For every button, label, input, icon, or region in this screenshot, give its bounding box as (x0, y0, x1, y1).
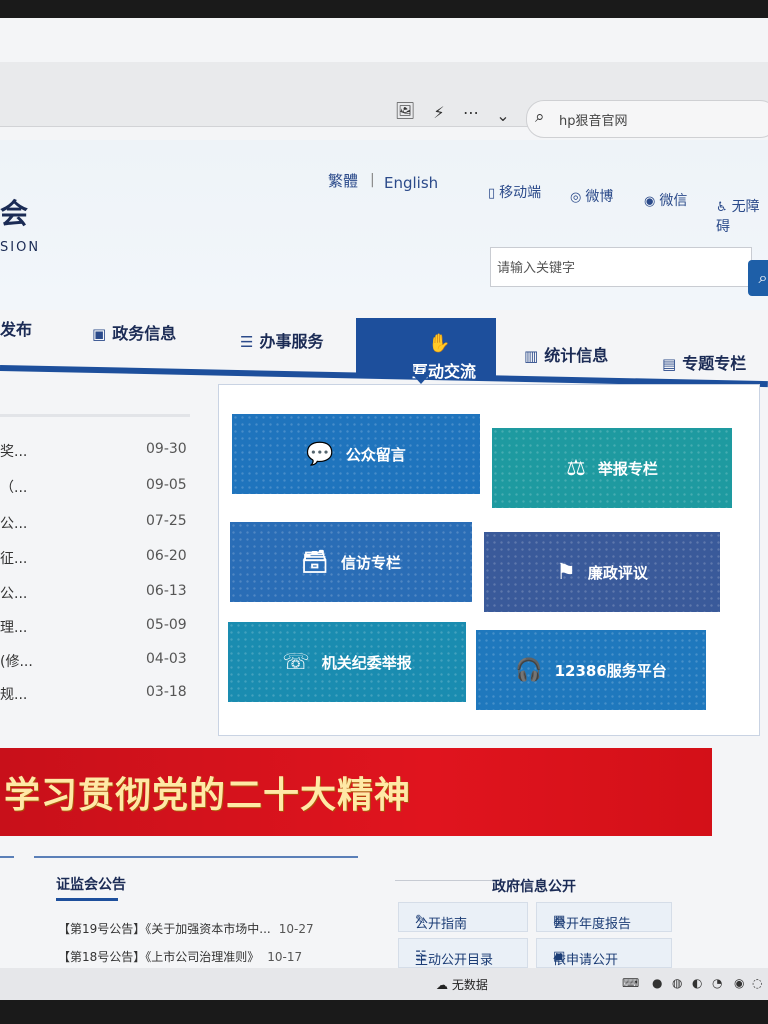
monitor-icon: ▣ (92, 325, 107, 343)
gov-guide-button[interactable]: ✎ 公开指南 (398, 902, 528, 932)
accessibility-link[interactable]: ♿ 无障碍 (716, 196, 768, 236)
bar-chart-icon: ▥ (524, 347, 539, 365)
list-item[interactable]: 规... 03-18 (0, 684, 200, 706)
tray-icon[interactable]: ◍ (672, 976, 682, 990)
taskbar: ☁ 无数据 ⌨ ● ◍ ◐ ◔ ◉ ◌ (0, 968, 768, 1000)
wechat-link[interactable]: ◉ 微信 (644, 190, 687, 210)
site-search-input[interactable]: 请输入关键字 (490, 247, 752, 287)
search-icon: ⌕ (758, 268, 768, 287)
banner-text: 学习贯彻党的二十大精神 (4, 775, 412, 816)
left-section-top-line (0, 856, 14, 858)
speech-bubble-icon: 💬 (306, 441, 334, 467)
theme-banner[interactable]: 学习贯彻党的二十大精神 (0, 748, 712, 836)
keyboard-icon[interactable]: ⌨ (622, 976, 639, 990)
justice-shield-icon: ⚖ (566, 455, 586, 481)
mouse-cursor-icon: ✋ (428, 333, 451, 354)
list-item[interactable]: 公... 06-13 (0, 583, 200, 605)
address-search-text: hp狠音官网 (559, 114, 628, 129)
gov-info-title[interactable]: 政府信息公开 (492, 876, 576, 896)
tile-petition-column[interactable]: 🗃 信访专栏 (230, 522, 472, 602)
tile-12386-platform[interactable]: 🎧 12386服务平台 (476, 630, 706, 710)
gov-annual-report-button[interactable]: ▦ 公开年度报告 (536, 902, 672, 932)
lang-english-link[interactable]: English (384, 174, 438, 192)
search-icon: ⌕ (535, 107, 545, 127)
site-search-button[interactable]: ⌕ (748, 260, 768, 296)
more-icon[interactable]: ⋯ (458, 100, 484, 126)
tray-icon[interactable]: ◔ (712, 976, 722, 990)
weibo-link[interactable]: ◎ 微博 (570, 186, 613, 206)
gov-apply-button[interactable]: ▣ 依申请公开 (536, 938, 672, 968)
tray-icon[interactable]: ◐ (692, 976, 702, 990)
nav-item-release[interactable]: 发布 (0, 316, 32, 340)
bolt-icon[interactable]: ⚡ (426, 100, 452, 126)
phone-icon: ☏ (282, 649, 310, 675)
chevron-down-icon[interactable]: ⌄ (490, 103, 516, 129)
headset-icon: 🎧 (515, 657, 543, 683)
nav-item-interaction[interactable]: ▭ 互动交流 (356, 318, 496, 381)
gov-info-line (395, 880, 495, 881)
tile-report-column[interactable]: ⚖ 举报专栏 (492, 428, 732, 508)
mobile-icon: ▯ (488, 186, 496, 201)
search-placeholder: 请输入关键字 (497, 261, 576, 276)
wechat-icon: ◉ (644, 194, 656, 209)
tile-discipline-report[interactable]: ☏ 机关纪委举报 (228, 622, 466, 702)
inbox-icon: 🗃 (301, 549, 329, 575)
site-logo-cn[interactable]: 会 (0, 192, 28, 232)
list-item[interactable]: (修... 04-03 (0, 651, 200, 673)
list-item[interactable]: 奖... 09-30 (0, 441, 200, 463)
address-search-bar[interactable]: ⌕ hp狠音官网 (526, 100, 768, 138)
tray-icon[interactable]: ◉ (734, 976, 744, 990)
image-icon[interactable]: 🖼 (392, 98, 418, 124)
tray-icon[interactable]: ● (652, 976, 662, 990)
announcements-title-underline (56, 898, 118, 901)
list-item[interactable]: 公... 07-25 (0, 513, 200, 535)
cloud-icon: ☁ (436, 978, 452, 992)
gov-catalog-button[interactable]: ☷ 主动公开目录 (398, 938, 528, 968)
nav-active-caret (412, 374, 430, 384)
flag-icon: ⚑ (556, 559, 576, 585)
mobile-link[interactable]: ▯ 移动端 (488, 182, 541, 202)
site-logo-en: SION (0, 240, 41, 255)
list-item[interactable]: 征... 06-20 (0, 548, 200, 570)
list-item[interactable]: 理... 05-09 (0, 617, 200, 639)
network-status[interactable]: ☁ 无数据 (436, 976, 488, 993)
nav-item-special-topics[interactable]: ▤ 专题专栏 (662, 350, 746, 374)
list-item[interactable]: （... 09-05 (0, 477, 200, 499)
tile-integrity-review[interactable]: ⚑ 廉政评议 (484, 532, 720, 612)
nav-item-government-info[interactable]: ▣ 政务信息 (92, 320, 176, 344)
tray-icon[interactable]: ◌ (752, 976, 762, 990)
accessibility-icon: ♿ (716, 200, 728, 215)
weibo-icon: ◎ (570, 190, 582, 205)
note-icon: ▤ (662, 355, 677, 373)
nav-item-statistics[interactable]: ▥ 统计信息 (524, 342, 608, 366)
nav-item-services[interactable]: ☰ 办事服务 (240, 328, 323, 352)
list-item[interactable]: 【第19号公告】《关于加强资本市场中... 10-27 (58, 920, 314, 937)
announcements-top-line (34, 856, 358, 858)
list-divider (0, 414, 190, 417)
lang-traditional-link[interactable]: 繁體 (328, 170, 358, 191)
list-item[interactable]: 【第18号公告】《上市公司治理准则》 10-17 (58, 948, 302, 965)
announcements-title[interactable]: 证监会公告 (56, 874, 126, 894)
tile-public-message[interactable]: 💬 公众留言 (232, 414, 480, 494)
lang-separator: | (370, 172, 375, 188)
document-icon: ☰ (240, 333, 254, 351)
